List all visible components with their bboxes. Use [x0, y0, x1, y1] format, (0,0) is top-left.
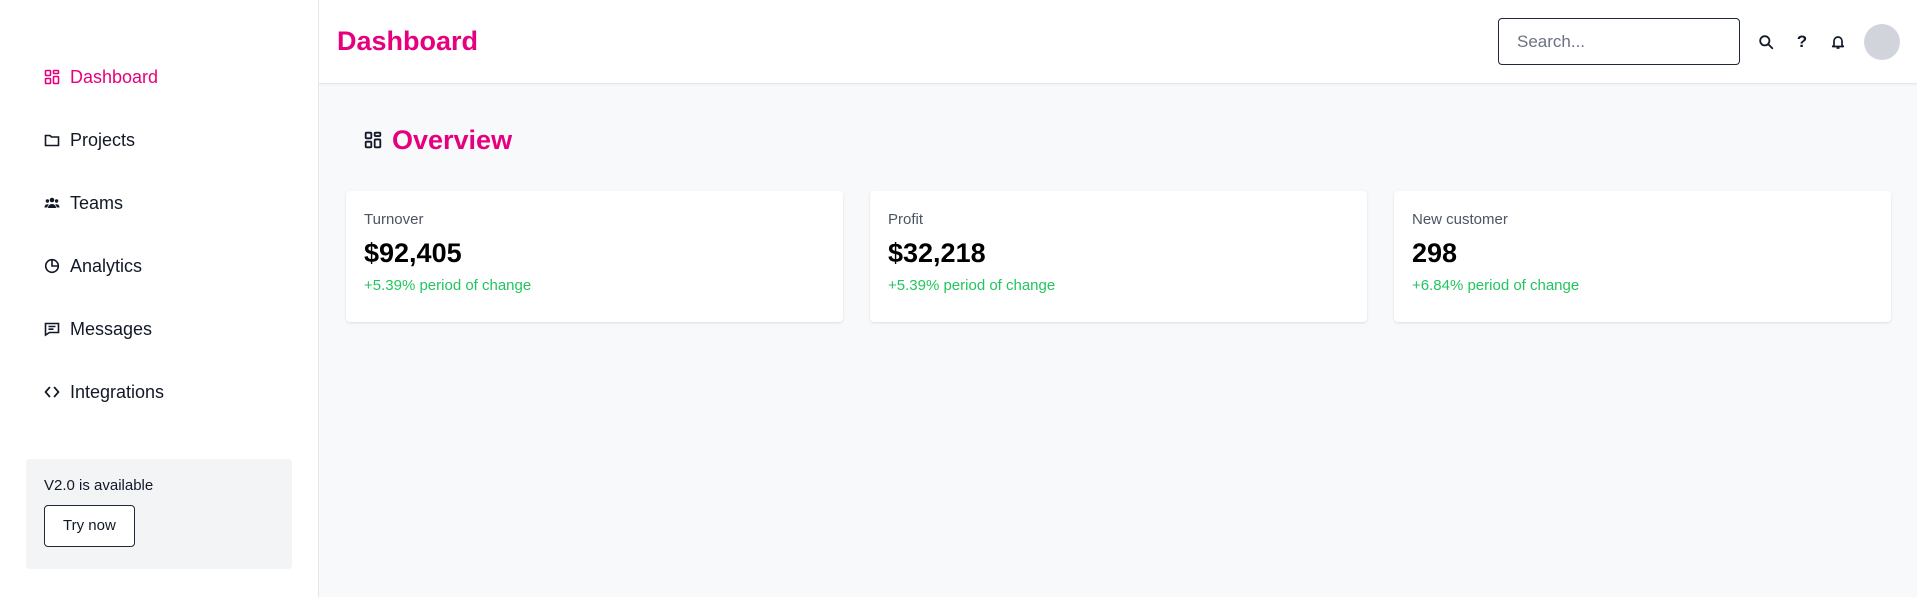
dashboard-grid-icon: [364, 131, 382, 149]
sidebar-item-label: Analytics: [70, 255, 143, 276]
stat-cards: Turnover $92,405 +5.39% period of change…: [346, 191, 1891, 322]
message-icon: [44, 321, 60, 337]
sidebar-item-dashboard[interactable]: Dashboard: [0, 59, 318, 95]
sidebar-item-analytics[interactable]: Analytics: [0, 248, 318, 284]
help-icon[interactable]: ?: [1792, 32, 1812, 52]
pie-chart-icon: [44, 258, 60, 274]
sidebar-nav: Dashboard Projects Teams Analytics Messa…: [0, 59, 318, 437]
code-icon: [44, 384, 60, 400]
sidebar-item-label: Dashboard: [70, 66, 159, 87]
search-icon[interactable]: [1756, 32, 1776, 52]
search-input[interactable]: [1498, 18, 1740, 65]
sidebar-item-label: Projects: [70, 129, 136, 150]
promo-text: V2.0 is available: [44, 477, 154, 494]
sidebar-item-label: Integrations: [70, 381, 165, 402]
overview-header: Overview: [364, 122, 1891, 158]
stat-card-change: +5.39% period of change: [364, 277, 532, 294]
stat-card-change: +6.84% period of change: [1412, 277, 1580, 294]
stat-card-value: $32,218: [888, 238, 986, 268]
stat-card-profit: Profit $32,218 +5.39% period of change: [870, 191, 1367, 322]
stat-card-label: Turnover: [364, 211, 424, 228]
upgrade-promo-card: V2.0 is available Try now: [26, 459, 292, 569]
sidebar-item-messages[interactable]: Messages: [0, 311, 318, 347]
stat-card-change: +5.39% period of change: [888, 277, 1056, 294]
folder-icon: [44, 132, 60, 148]
sidebar: Dashboard Projects Teams Analytics Messa…: [0, 0, 319, 597]
dashboard-grid-icon: [44, 69, 60, 85]
sidebar-item-teams[interactable]: Teams: [0, 185, 318, 221]
sidebar-item-projects[interactable]: Projects: [0, 122, 318, 158]
overview-title: Overview: [392, 124, 513, 155]
bell-icon[interactable]: [1828, 32, 1848, 52]
avatar[interactable]: [1864, 23, 1900, 60]
users-icon: [44, 195, 60, 211]
help-glyph: ?: [1796, 31, 1808, 51]
stat-card-value: 298: [1412, 238, 1458, 268]
top-bar: Dashboard ?: [319, 0, 1917, 84]
try-now-button[interactable]: Try now: [44, 505, 135, 547]
content-area: Overview Turnover $92,405 +5.39% period …: [319, 84, 1917, 322]
sidebar-item-label: Teams: [70, 192, 124, 213]
main-area: Dashboard ?: [319, 0, 1917, 597]
stat-card-label: Profit: [888, 211, 924, 228]
app-root: Dashboard Projects Teams Analytics Messa…: [0, 0, 1917, 597]
sidebar-item-integrations[interactable]: Integrations: [0, 374, 318, 410]
stat-card-value: $92,405: [364, 238, 462, 268]
stat-card-label: New customer: [1412, 211, 1508, 228]
stat-card-turnover: Turnover $92,405 +5.39% period of change: [346, 191, 843, 322]
page-title: Dashboard: [337, 26, 479, 56]
sidebar-item-label: Messages: [70, 318, 153, 339]
stat-card-new-customer: New customer 298 +6.84% period of change: [1394, 191, 1891, 322]
